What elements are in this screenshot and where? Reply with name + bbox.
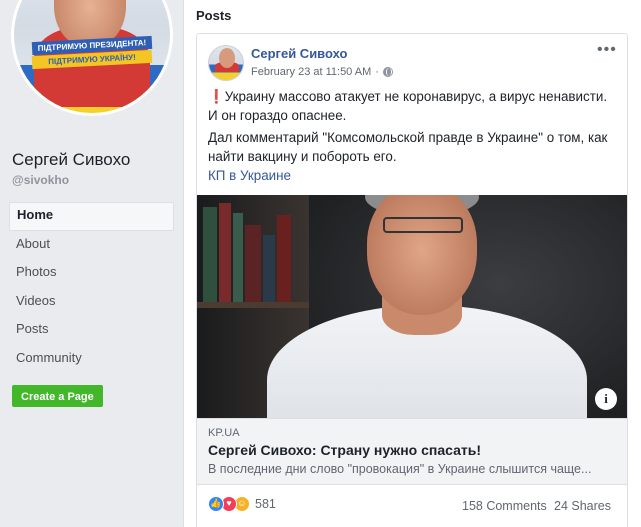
posts-section-title: Posts xyxy=(196,8,232,23)
exclamation-icon: ❗ xyxy=(208,89,225,104)
link-preview-domain: KP.UA xyxy=(208,427,240,439)
link-preview-title: Сергей Сивохо: Страну нужно спасать! xyxy=(208,442,482,458)
nav-item-posts[interactable]: Posts xyxy=(9,316,174,345)
info-icon[interactable]: i xyxy=(595,388,617,410)
link-preview-description: В последние дни слово "провокация" в Укр… xyxy=(208,462,592,476)
shares-count[interactable]: 24 Shares xyxy=(554,499,611,513)
post-text: ❗Украину массово атакует не коронавирус,… xyxy=(208,88,620,170)
globe-icon[interactable] xyxy=(382,67,393,77)
nav-item-videos[interactable]: Videos xyxy=(9,288,174,317)
profile-picture[interactable]: ПІДТРИМУЮ ПРЕЗИДЕНТА! ПІДТРИМУЮ УКРАЇНУ! xyxy=(11,0,173,116)
more-horizontal-icon[interactable]: ••• xyxy=(597,42,617,60)
create-page-button[interactable]: Create a Page xyxy=(12,385,103,407)
nav-item-community[interactable]: Community xyxy=(9,345,174,374)
post-link-image[interactable]: i xyxy=(197,195,627,418)
post-meta: February 23 at 11:50 AM · xyxy=(251,66,393,78)
comments-count[interactable]: 158 Comments xyxy=(462,499,547,513)
reaction-count[interactable]: 581 xyxy=(255,497,276,511)
post-paragraph-2: Дал комментарий "Комсомольской правде в … xyxy=(208,130,608,164)
page-name[interactable]: Сергей Сивохо xyxy=(12,150,130,170)
left-sidebar: ПІДТРИМУЮ ПРЕЗИДЕНТА! ПІДТРИМУЮ УКРАЇНУ!… xyxy=(0,0,183,527)
meta-separator: · xyxy=(375,66,379,78)
like-icon: 👍 xyxy=(208,496,224,512)
profile-picture-image: ПІДТРИМУЮ ПРЕЗИДЕНТА! ПІДТРИМУЮ УКРАЇНУ! xyxy=(14,0,170,113)
post-paragraph-1-text: Украину массово атакует не коронавирус, … xyxy=(208,89,608,123)
post-paragraph-1: ❗Украину массово атакует не коронавирус,… xyxy=(208,88,620,125)
post-hashtag-link[interactable]: КП в Украине xyxy=(208,168,291,183)
post-author-name[interactable]: Сергей Сивохо xyxy=(251,46,347,61)
page-nav: Home About Photos Videos Posts Community xyxy=(9,202,174,374)
nav-item-photos[interactable]: Photos xyxy=(9,259,174,288)
post-author-avatar[interactable] xyxy=(208,45,244,81)
nav-item-about[interactable]: About xyxy=(9,231,174,260)
link-preview[interactable]: KP.UA Сергей Сивохо: Страну нужно спасат… xyxy=(197,418,627,485)
page-handle[interactable]: @sivokho xyxy=(12,173,69,187)
reactions-summary[interactable]: 👍 ♥ ☺ 581 xyxy=(208,496,276,512)
post-card: Сергей Сивохо February 23 at 11:50 AM · … xyxy=(196,33,628,527)
nav-item-home[interactable]: Home xyxy=(9,202,174,231)
main-column: Posts Сергей Сивохо February 23 at 11:50… xyxy=(183,0,641,527)
post-timestamp[interactable]: February 23 at 11:50 AM xyxy=(251,66,371,78)
